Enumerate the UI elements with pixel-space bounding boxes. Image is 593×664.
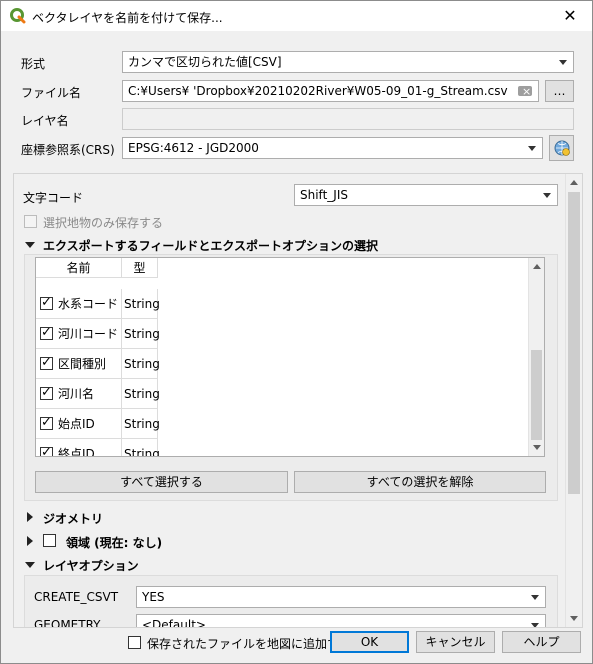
encoding-value: Shift_JIS — [300, 188, 348, 202]
field-type: String — [122, 289, 160, 319]
scroll-up-icon[interactable] — [570, 180, 578, 185]
field-checkbox[interactable] — [40, 385, 53, 400]
field-type: String — [122, 319, 160, 349]
fields-section-title[interactable]: エクスポートするフィールドとエクスポートオプションの選択 — [43, 237, 378, 254]
selected-only-label: 選択地物のみ保存する — [43, 216, 164, 230]
encoding-select[interactable]: Shift_JIS — [294, 184, 558, 206]
crs-value: EPSG:4612 - JGD2000 — [128, 141, 259, 155]
column-header-name[interactable]: 名前 — [36, 258, 122, 278]
expand-extent-icon[interactable] — [27, 536, 33, 546]
field-type: String — [122, 439, 160, 456]
collapse-layer-options-icon[interactable] — [25, 562, 35, 568]
format-value: カンマで区切られた値[CSV] — [128, 55, 282, 69]
cancel-button[interactable]: キャンセル — [416, 631, 495, 653]
table-row[interactable]: 区間種別 String — [36, 349, 160, 379]
qgis-logo-icon — [10, 8, 26, 24]
expand-geometry-icon[interactable] — [27, 512, 33, 522]
filename-input[interactable]: C:¥Users¥ 'Dropbox¥20210202River¥W05-09_… — [122, 80, 539, 102]
crs-label: 座標参照系(CRS) — [21, 143, 115, 157]
select-all-label: すべて選択する — [120, 475, 203, 489]
format-label: 形式 — [21, 57, 46, 71]
window-title: ベクタレイヤを名前を付けて保存... — [32, 11, 223, 25]
table-row[interactable]: 河川コード String — [36, 319, 160, 349]
field-name: 河川名 — [58, 379, 122, 409]
extent-checkbox[interactable] — [43, 534, 56, 547]
format-select[interactable]: カンマで区切られた値[CSV] — [122, 51, 574, 73]
field-name: 終点ID — [58, 439, 122, 456]
table-scrollbar[interactable] — [528, 258, 544, 456]
fields-table[interactable]: 名前 型 水系コード String 河川コード String 区間種別 Stri… — [35, 257, 545, 457]
deselect-all-button[interactable]: すべての選択を解除 — [294, 471, 546, 493]
scroll-thumb[interactable] — [531, 350, 542, 440]
layername-label: レイヤ名 — [21, 114, 69, 128]
scroll-up-icon[interactable] — [533, 264, 541, 269]
chevron-down-icon — [543, 193, 551, 198]
ok-button[interactable]: OK — [330, 631, 409, 653]
extent-section-title[interactable]: 領域 (現在: なし) — [66, 534, 162, 551]
scroll-down-icon[interactable] — [533, 445, 541, 450]
table-row[interactable]: 水系コード String — [36, 289, 160, 319]
field-checkbox[interactable] — [40, 295, 53, 310]
select-all-button[interactable]: すべて選択する — [35, 471, 288, 493]
encoding-label: 文字コード — [23, 191, 84, 205]
crs-select-button[interactable] — [549, 135, 574, 161]
geometry-section-title[interactable]: ジオメトリ — [43, 510, 103, 527]
help-label: ヘルプ — [523, 635, 560, 649]
browse-button[interactable]: … — [545, 80, 574, 102]
field-name: 区間種別 — [58, 349, 122, 379]
ok-label: OK — [360, 635, 379, 649]
clear-icon[interactable] — [518, 82, 532, 101]
field-checkbox[interactable] — [40, 325, 53, 340]
layer-option-value: YES — [142, 590, 165, 604]
dialog-footer: 保存されたファイルを地図に追加する OK キャンセル ヘルプ — [1, 628, 592, 663]
collapse-fields-icon[interactable] — [25, 242, 35, 248]
field-type: String — [122, 349, 160, 379]
options-scroll-area[interactable]: 文字コード Shift_JIS 選択地物のみ保存する エクスポートするフィールド… — [13, 173, 583, 628]
field-type: String — [122, 409, 160, 439]
close-button[interactable]: ✕ — [548, 1, 592, 31]
selected-only-checkbox[interactable] — [24, 215, 37, 228]
chevron-down-icon — [559, 60, 567, 65]
cancel-label: キャンセル — [425, 635, 486, 649]
chevron-down-icon — [531, 595, 539, 600]
chevron-down-icon — [528, 146, 536, 151]
table-row[interactable]: 終点ID String — [36, 439, 160, 456]
layer-option-select[interactable]: YES — [136, 586, 546, 608]
add-to-map-checkbox[interactable] — [128, 636, 141, 649]
help-button[interactable]: ヘルプ — [502, 631, 581, 653]
layername-input[interactable] — [122, 108, 574, 130]
browse-label: … — [553, 84, 566, 98]
layer-option-key: GEOMETRY — [34, 618, 101, 628]
table-row[interactable]: 河川名 String — [36, 379, 160, 409]
crs-select[interactable]: EPSG:4612 - JGD2000 — [122, 137, 543, 159]
layer-options-title[interactable]: レイヤオプション — [43, 557, 139, 574]
save-vector-layer-dialog: ベクタレイヤを名前を付けて保存... ✕ 形式 カンマで区切られた値[CSV] … — [0, 0, 593, 664]
scroll-thumb[interactable] — [568, 192, 580, 494]
fields-table-header: 名前 型 — [36, 258, 158, 278]
layer-option-key: CREATE_CSVT — [34, 590, 119, 604]
field-name: 河川コード — [58, 319, 122, 349]
layer-option-select[interactable]: <Default> — [136, 614, 546, 628]
close-icon: ✕ — [563, 6, 577, 25]
field-name: 始点ID — [58, 409, 122, 439]
options-scrollbar[interactable] — [565, 174, 582, 627]
column-header-type[interactable]: 型 — [122, 258, 158, 278]
deselect-all-label: すべての選択を解除 — [366, 475, 474, 489]
add-to-map-label[interactable]: 保存されたファイルを地図に追加する — [147, 635, 351, 652]
title-bar: ベクタレイヤを名前を付けて保存... ✕ — [1, 1, 592, 31]
filename-label: ファイル名 — [21, 86, 82, 100]
field-checkbox[interactable] — [40, 445, 53, 456]
field-type: String — [122, 379, 160, 409]
field-checkbox[interactable] — [40, 415, 53, 430]
field-checkbox[interactable] — [40, 355, 53, 370]
scroll-down-icon[interactable] — [570, 616, 578, 621]
globe-icon — [554, 140, 570, 156]
field-name: 水系コード — [58, 289, 122, 319]
layer-option-value: <Default> — [142, 618, 206, 628]
filename-value: C:¥Users¥ 'Dropbox¥20210202River¥W05-09_… — [128, 84, 508, 98]
table-row[interactable]: 始点ID String — [36, 409, 160, 439]
